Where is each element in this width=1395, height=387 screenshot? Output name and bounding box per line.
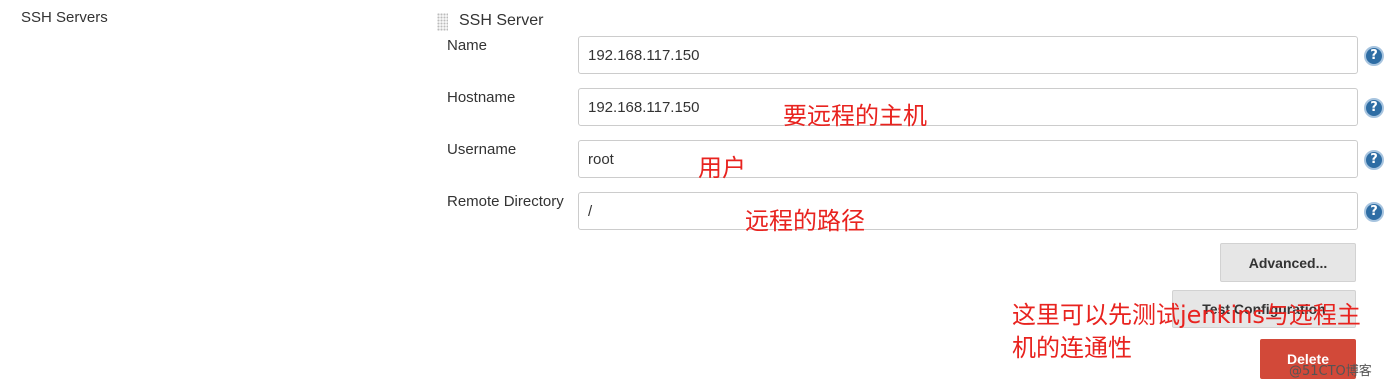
remote-directory-input[interactable] (578, 192, 1358, 230)
advanced-button[interactable]: Advanced... (1220, 243, 1356, 282)
drag-handle-icon[interactable] (437, 13, 448, 31)
test-annotation: 这里可以先测试jenkins与远程主机的连通性 (1012, 301, 1361, 362)
hostname-label: Hostname (447, 89, 516, 106)
hostname-help-icon[interactable]: ? (1364, 98, 1384, 118)
hostname-annotation: 要远程的主机 (783, 102, 927, 130)
remote-directory-label: Remote Directory (447, 193, 564, 210)
remote-directory-help-icon[interactable]: ? (1364, 202, 1384, 222)
hostname-input[interactable] (578, 88, 1358, 126)
username-help-icon[interactable]: ? (1364, 150, 1384, 170)
username-input[interactable] (578, 140, 1358, 178)
username-annotation: 用户 (698, 154, 746, 182)
watermark: @51CTO博客 (1289, 364, 1372, 379)
ssh-servers-label: SSH Servers (21, 9, 108, 26)
name-input[interactable] (578, 36, 1358, 74)
username-label: Username (447, 141, 517, 158)
remote-dir-annotation: 远程的路径 (745, 207, 865, 235)
name-help-icon[interactable]: ? (1364, 46, 1384, 66)
name-label: Name (447, 37, 488, 54)
ssh-server-title: SSH Server (459, 12, 544, 29)
